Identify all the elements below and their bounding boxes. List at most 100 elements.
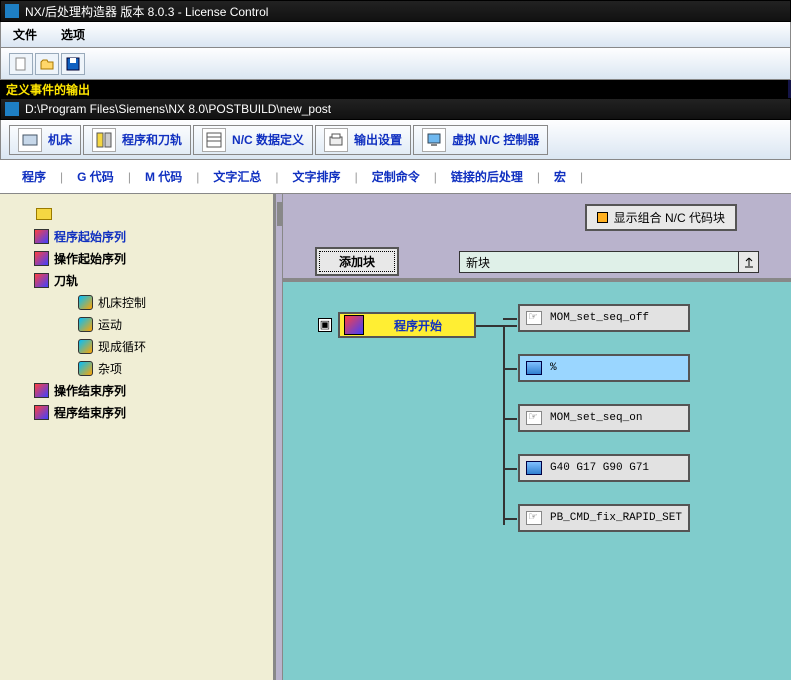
block-percent[interactable]: % (518, 354, 690, 382)
cube-small-icon (526, 461, 542, 475)
leaf-icon (78, 295, 93, 310)
right-panel: 显示组合 N/C 代码块 添加块 新块 (283, 194, 791, 680)
subtab-linked-post[interactable]: 链接的后处理 (447, 164, 527, 189)
main-title: NX/后处理构造器 版本 8.0.3 - License Control (25, 3, 268, 20)
connector (503, 418, 517, 420)
show-combo-nc-button[interactable]: 显示组合 N/C 代码块 (585, 204, 737, 231)
app-icon (5, 4, 19, 18)
splitter-handle-icon (277, 202, 282, 226)
splitter[interactable] (275, 194, 283, 680)
cube-small-icon (526, 361, 542, 375)
leaf-icon (78, 361, 93, 376)
dropdown-arrow-icon[interactable] (739, 251, 759, 273)
block-pb-cmd-fix-rapid[interactable]: PB_CMD_fix_RAPID_SET (518, 504, 690, 532)
show-combo-nc-label: 显示组合 N/C 代码块 (614, 209, 725, 226)
event-icon (344, 315, 364, 335)
tree-toolpath[interactable]: 刀轨 (34, 269, 267, 291)
tree-toolpath-label: 刀轨 (54, 272, 78, 289)
cube-icon (34, 229, 49, 244)
event-button[interactable]: 程序开始 (338, 312, 476, 338)
sub-titlebar: D:\Program Files\Siemens\NX 8.0\POSTBUIL… (0, 98, 791, 120)
tree-machine-control[interactable]: 机床控制 (78, 291, 267, 313)
subtab-word-order[interactable]: 文字排序 (289, 164, 345, 189)
tab-virtual-nc[interactable]: 虚拟 N/C 控制器 (413, 125, 548, 155)
combo-square-icon (597, 212, 608, 223)
tab-nc-data-label: N/C 数据定义 (232, 131, 304, 148)
connector (503, 468, 517, 470)
connector (503, 325, 505, 525)
hand-icon (526, 311, 542, 325)
block-gcodes[interactable]: G40 G17 G90 G71 (518, 454, 690, 482)
folder-icon (36, 208, 52, 220)
subtab-word-summary[interactable]: 文字汇总 (209, 164, 265, 189)
tab-output-settings[interactable]: 输出设置 (315, 125, 411, 155)
block-dropdown-value: 新块 (459, 251, 739, 273)
menu-bar: 文件 选项 (0, 22, 791, 48)
block-label: G40 G17 G90 G71 (550, 462, 649, 474)
tree-misc-label: 杂项 (98, 360, 122, 377)
cube-icon (34, 251, 49, 266)
leaf-icon (78, 339, 93, 354)
cube-icon (34, 405, 49, 420)
subtab-macro[interactable]: 宏 (550, 164, 570, 189)
tab-machine[interactable]: 机床 (9, 125, 81, 155)
block-list: MOM_set_seq_off % MOM_set_seq_on G40 G17… (518, 304, 690, 554)
leaf-icon (78, 317, 93, 332)
block-label: % (550, 362, 557, 374)
event-program-start[interactable]: ▣ 程序开始 (318, 312, 476, 338)
tab-program-toolpath[interactable]: 程序和刀轨 (83, 125, 191, 155)
tree-operation-start-label: 操作起始序列 (54, 250, 126, 267)
subtab-gcode[interactable]: G 代码 (73, 164, 118, 189)
diagram-canvas: ▣ 程序开始 MOM_set_seq_off % MOM_set_seq_o (283, 282, 791, 680)
virtual-nc-icon (422, 128, 446, 152)
collapse-icon[interactable]: ▣ (318, 318, 332, 332)
main-tab-bar: 机床 程序和刀轨 N/C 数据定义 输出设置 虚拟 N/C 控制器 (0, 120, 791, 160)
tab-output-label: 输出设置 (354, 131, 402, 148)
new-button[interactable] (9, 53, 33, 75)
event-label: 程序开始 (394, 317, 472, 334)
subtab-program[interactable]: 程序 (18, 164, 50, 189)
tree-motion[interactable]: 运动 (78, 313, 267, 335)
tree-program-end[interactable]: 程序结束序列 (34, 401, 267, 423)
tree-machine-control-label: 机床控制 (98, 294, 146, 311)
tab-virtual-nc-label: 虚拟 N/C 控制器 (452, 131, 539, 148)
open-folder-icon (40, 57, 54, 71)
tab-nc-data[interactable]: N/C 数据定义 (193, 125, 313, 155)
add-block-row: 添加块 新块 (297, 247, 777, 276)
tree-operation-end[interactable]: 操作结束序列 (34, 379, 267, 401)
sub-app-icon (5, 102, 19, 116)
subtab-mcode[interactable]: M 代码 (141, 164, 186, 189)
tree-program-start-label: 程序起始序列 (54, 228, 126, 245)
tree-operation-start[interactable]: 操作起始序列 (34, 247, 267, 269)
connector (503, 518, 517, 520)
subtab-custom-cmd[interactable]: 定制命令 (368, 164, 424, 189)
main-titlebar: NX/后处理构造器 版本 8.0.3 - License Control (0, 0, 791, 22)
save-disk-icon (66, 57, 80, 71)
connector (503, 368, 517, 370)
tree-misc[interactable]: 杂项 (78, 357, 267, 379)
block-mom-set-seq-off[interactable]: MOM_set_seq_off (518, 304, 690, 332)
tree-motion-label: 运动 (98, 316, 122, 333)
tree-program-start[interactable]: 程序起始序列 (34, 225, 267, 247)
tree-canned-cycle[interactable]: 现成循环 (78, 335, 267, 357)
menu-file[interactable]: 文件 (13, 26, 37, 43)
define-event-strip: 定义事件的输出 (0, 80, 791, 98)
block-label: MOM_set_seq_off (550, 312, 649, 324)
connector (473, 325, 517, 327)
machine-icon (18, 128, 42, 152)
sub-title: D:\Program Files\Siemens\NX 8.0\POSTBUIL… (25, 102, 331, 116)
right-panel-top: 显示组合 N/C 代码块 添加块 新块 (283, 194, 791, 278)
open-button[interactable] (35, 53, 59, 75)
menu-options[interactable]: 选项 (61, 26, 85, 43)
new-file-icon (14, 57, 28, 71)
hand-icon (526, 411, 542, 425)
block-dropdown[interactable]: 新块 (459, 251, 759, 273)
program-icon (92, 128, 116, 152)
block-label: PB_CMD_fix_RAPID_SET (550, 512, 682, 524)
define-event-label: 定义事件的输出 (0, 80, 788, 99)
tab-program-label: 程序和刀轨 (122, 131, 182, 148)
add-block-button[interactable]: 添加块 (315, 247, 399, 276)
connector (503, 318, 517, 320)
block-mom-set-seq-on[interactable]: MOM_set_seq_on (518, 404, 690, 432)
save-button[interactable] (61, 53, 85, 75)
